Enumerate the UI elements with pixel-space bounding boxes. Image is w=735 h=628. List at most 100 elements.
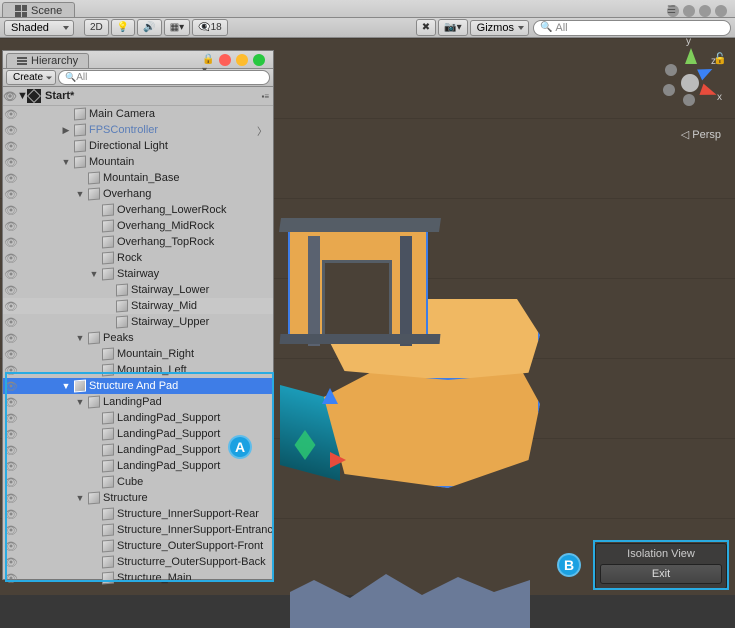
tools-button[interactable]: ✖: [416, 19, 436, 36]
hidden-toggle-button[interactable]: 👁‍🗨 18: [192, 19, 228, 36]
visibility-icon[interactable]: 👁: [3, 348, 19, 361]
hierarchy-row[interactable]: 👁Structure_InnerSupport-Entranc: [3, 522, 273, 538]
visibility-icon[interactable]: 👁: [3, 380, 19, 393]
visibility-icon[interactable]: 👁: [3, 572, 19, 585]
visibility-icon[interactable]: 👁: [3, 140, 19, 153]
visibility-icon[interactable]: 👁: [3, 540, 19, 553]
2d-toggle-button[interactable]: 2D: [84, 19, 109, 36]
hierarchy-row[interactable]: 👁Overhang_TopRock: [3, 234, 273, 250]
hierarchy-row[interactable]: 👁▼Structure: [3, 490, 273, 506]
hierarchy-row[interactable]: 👁Stairway_Mid: [3, 298, 273, 314]
hierarchy-row[interactable]: 👁Structure_Main: [3, 570, 273, 586]
expand-arrow-icon[interactable]: ▼: [61, 381, 71, 391]
expand-arrow-icon[interactable]: ▶: [61, 125, 71, 136]
hierarchy-row[interactable]: 👁LandingPad_Support: [3, 458, 273, 474]
transform-gizmo-x[interactable]: [330, 452, 346, 468]
scene-options-icon[interactable]: ▪≡: [261, 92, 269, 101]
fx-dropdown[interactable]: ▦▾: [164, 19, 190, 36]
hierarchy-tab[interactable]: Hierarchy: [6, 53, 89, 68]
axis-y-cone-icon[interactable]: [685, 48, 697, 64]
expand-arrow-icon[interactable]: ▼: [75, 397, 85, 407]
lock-icon[interactable]: 🔒▾: [202, 54, 214, 66]
visibility-icon[interactable]: 👁: [3, 268, 19, 281]
hierarchy-row[interactable]: 👁▼Stairway: [3, 266, 273, 282]
hierarchy-row[interactable]: 👁▼Peaks: [3, 330, 273, 346]
hierarchy-tree[interactable]: 👁 ▼ Start* ▪≡ 👁Main Camera👁▶FPSControlle…: [3, 87, 273, 586]
axis-neg-cone-icon[interactable]: [665, 64, 677, 76]
visibility-icon[interactable]: 👁: [3, 316, 19, 329]
hierarchy-row[interactable]: 👁Structurre_OuterSupport-Back: [3, 554, 273, 570]
hierarchy-row[interactable]: 👁Stairway_Lower: [3, 282, 273, 298]
isolation-exit-button[interactable]: Exit: [600, 564, 722, 584]
hierarchy-row[interactable]: 👁Rock: [3, 250, 273, 266]
axis-x-cone-icon[interactable]: [699, 84, 718, 101]
visibility-icon[interactable]: 👁: [3, 444, 19, 457]
axis-neg-cone-icon[interactable]: [683, 94, 695, 106]
scene-tab[interactable]: Scene: [2, 2, 75, 17]
hierarchy-row[interactable]: 👁Directional Light: [3, 138, 273, 154]
transform-gizmo-y[interactable]: [322, 388, 338, 404]
visibility-icon[interactable]: 👁: [3, 364, 19, 377]
visibility-icon[interactable]: 👁: [3, 476, 19, 489]
visibility-icon[interactable]: 👁: [3, 124, 19, 137]
hierarchy-row[interactable]: 👁Main Camera: [3, 106, 273, 122]
visibility-icon[interactable]: 👁: [3, 220, 19, 233]
hierarchy-row[interactable]: 👁Overhang_MidRock: [3, 218, 273, 234]
visibility-icon[interactable]: 👁: [3, 204, 19, 217]
traffic-dot[interactable]: [683, 5, 695, 17]
visibility-icon[interactable]: 👁: [3, 556, 19, 569]
panel-menu-icon[interactable]: ☰: [667, 5, 679, 17]
visibility-icon[interactable]: 👁: [3, 412, 19, 425]
audio-toggle-button[interactable]: 🔊: [137, 19, 161, 36]
visibility-icon[interactable]: 👁: [3, 300, 19, 313]
visibility-icon[interactable]: 👁: [3, 508, 19, 521]
visibility-icon[interactable]: 👁: [3, 524, 19, 537]
hierarchy-row[interactable]: 👁▼Overhang: [3, 186, 273, 202]
visibility-icon[interactable]: 👁: [3, 428, 19, 441]
hierarchy-row[interactable]: 👁Mountain_Left: [3, 362, 273, 378]
camera-button[interactable]: 📷▾: [438, 19, 467, 36]
hierarchy-row[interactable]: 👁Structure_InnerSupport-Rear: [3, 506, 273, 522]
projection-label[interactable]: ◁ Persp: [681, 128, 721, 141]
hierarchy-row[interactable]: 👁Structure_OuterSupport-Front: [3, 538, 273, 554]
visibility-icon[interactable]: 👁: [3, 172, 19, 185]
render-mode-dropdown[interactable]: Shaded: [4, 20, 74, 36]
visibility-icon[interactable]: 👁: [3, 188, 19, 201]
hierarchy-row[interactable]: 👁Overhang_LowerRock: [3, 202, 273, 218]
zoom-dot[interactable]: [253, 54, 265, 66]
gizmo-center[interactable]: [681, 74, 699, 92]
visibility-icon[interactable]: 👁: [3, 332, 19, 345]
hierarchy-row[interactable]: 👁▶FPSController〉: [3, 122, 273, 138]
hierarchy-row[interactable]: 👁▼Mountain: [3, 154, 273, 170]
hierarchy-row[interactable]: 👁Mountain_Base: [3, 170, 273, 186]
gizmos-dropdown[interactable]: Gizmos: [470, 20, 529, 36]
hierarchy-row[interactable]: 👁▼Structure And Pad: [3, 378, 273, 394]
expand-arrow-icon[interactable]: ▼: [75, 189, 85, 199]
visibility-icon[interactable]: 👁: [3, 236, 19, 249]
hierarchy-row[interactable]: 👁Stairway_Upper: [3, 314, 273, 330]
traffic-dot[interactable]: [715, 5, 727, 17]
lock-icon[interactable]: 🔓: [713, 52, 727, 65]
hierarchy-search-input[interactable]: 🔍All: [58, 70, 270, 85]
axis-neg-cone-icon[interactable]: [663, 84, 675, 96]
scene-root-row[interactable]: 👁 ▼ Start* ▪≡: [3, 87, 273, 106]
close-dot[interactable]: [219, 54, 231, 66]
visibility-icon[interactable]: 👁: [3, 252, 19, 265]
visibility-icon[interactable]: 👁: [3, 460, 19, 473]
create-dropdown[interactable]: Create: [6, 70, 56, 85]
visibility-icon[interactable]: 👁: [3, 284, 19, 297]
visibility-icon[interactable]: 👁: [3, 156, 19, 169]
visibility-icon[interactable]: 👁: [3, 492, 19, 505]
hierarchy-row[interactable]: 👁LandingPad_Support: [3, 410, 273, 426]
lighting-toggle-button[interactable]: 💡: [111, 19, 135, 36]
scene-search-input[interactable]: 🔍All: [533, 20, 731, 36]
expand-arrow-icon[interactable]: ▼: [75, 333, 85, 343]
minimize-dot[interactable]: [236, 54, 248, 66]
expand-arrow-icon[interactable]: ▼: [75, 493, 85, 503]
traffic-dot[interactable]: [699, 5, 711, 17]
visibility-icon[interactable]: 👁: [3, 396, 19, 409]
hierarchy-row[interactable]: 👁Cube: [3, 474, 273, 490]
visibility-icon[interactable]: 👁: [3, 108, 19, 121]
hierarchy-row[interactable]: 👁Mountain_Right: [3, 346, 273, 362]
expand-arrow-icon[interactable]: ▼: [61, 157, 71, 167]
